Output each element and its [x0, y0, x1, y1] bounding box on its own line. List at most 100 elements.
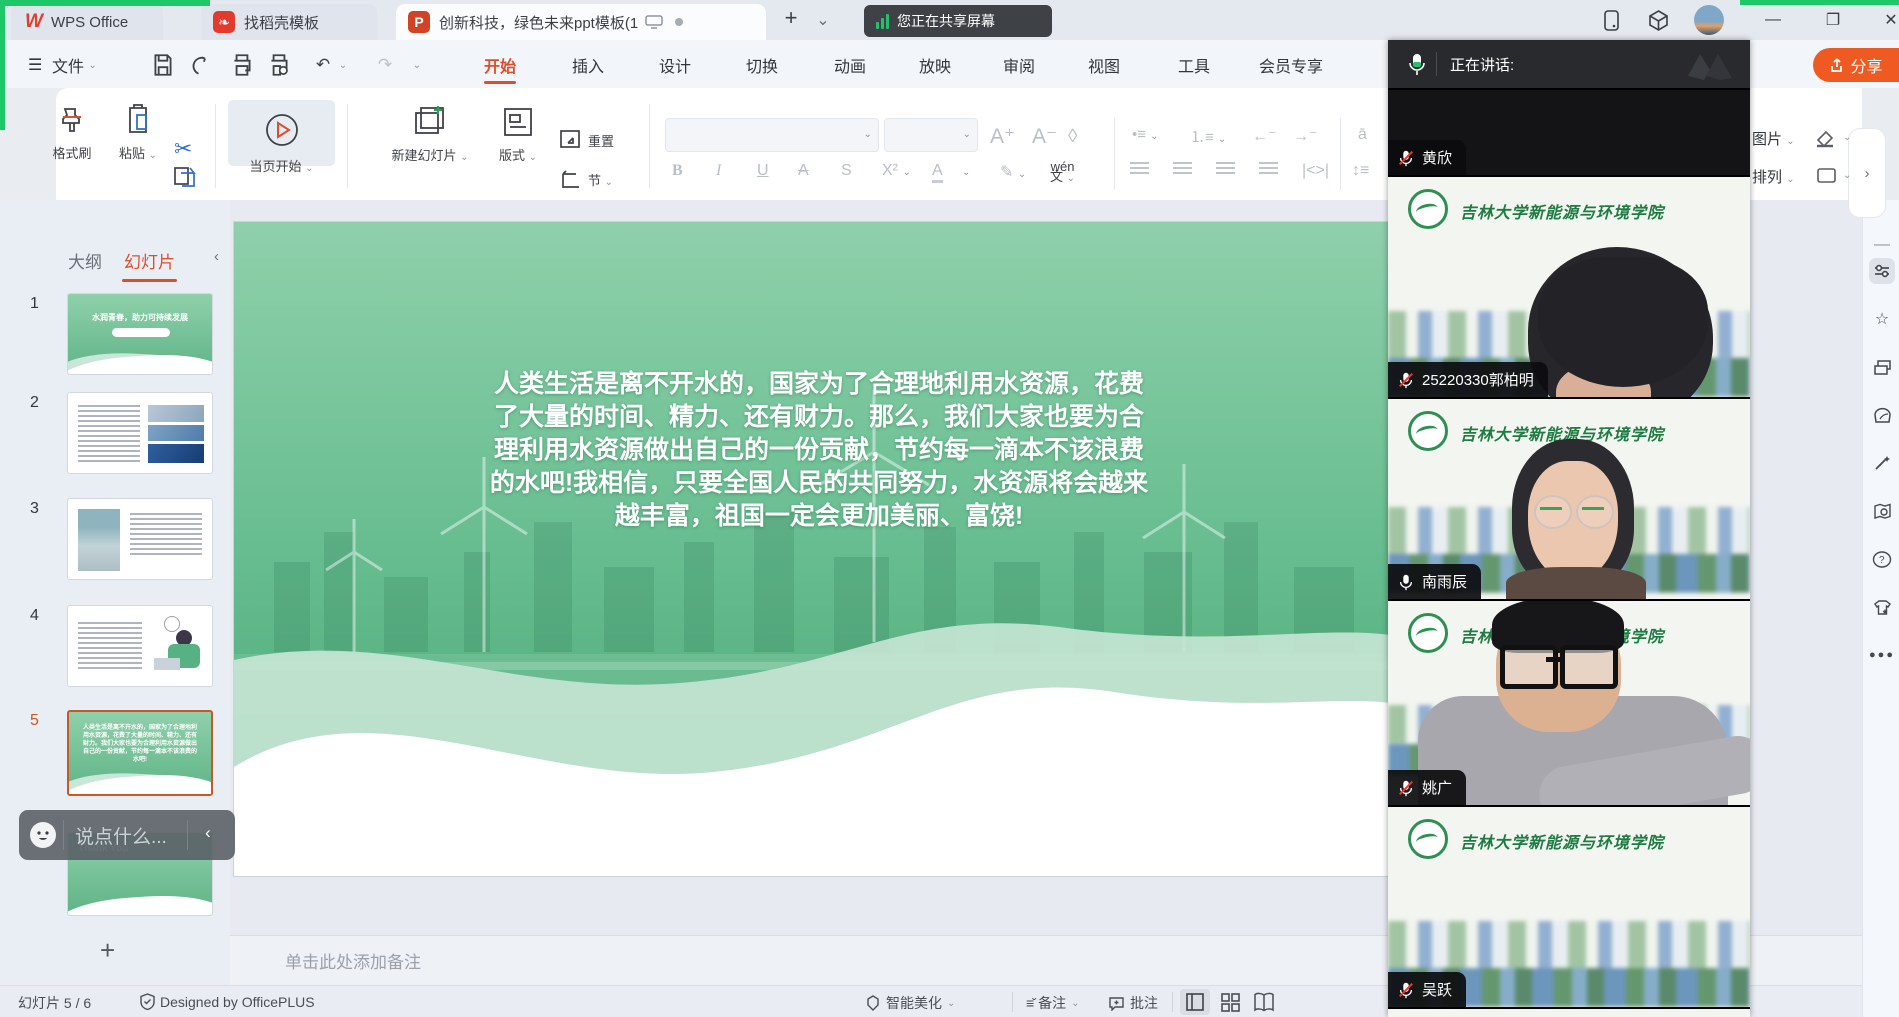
align-left-icon[interactable]: [1130, 162, 1149, 180]
new-slide-button[interactable]: 新建幻灯片 ⌄: [382, 105, 478, 164]
magic-wand-icon[interactable]: [1869, 450, 1895, 476]
collapse-ribbon-handle[interactable]: ›: [1848, 128, 1886, 218]
strikethrough-icon[interactable]: S: [841, 162, 852, 180]
tab-slides[interactable]: 幻灯片: [124, 248, 175, 273]
close-button[interactable]: ✕: [1878, 8, 1899, 32]
start-from-current-page-button[interactable]: 当页开始 ⌄: [228, 110, 335, 175]
char-strike-icon[interactable]: A: [798, 162, 809, 180]
slide-thumbnail-2[interactable]: [67, 392, 213, 474]
unsaved-dot-icon[interactable]: [675, 18, 683, 26]
slide-thumbnail-5-selected[interactable]: 人类生活是离不开水的，国家为了合理地利用水资源，花费了大量的时间、精力、还有财力…: [67, 710, 213, 796]
section-button[interactable]: 节 ⌄: [560, 168, 613, 190]
font-color-icon[interactable]: A: [932, 162, 943, 183]
video-tile-wuyue[interactable]: 吉林大学新能源与环境学院 吴跃: [1388, 805, 1750, 1007]
slide-body-text[interactable]: 人类生活是离不开水的，国家为了合理地利用水资源，花费 了大量的时间、精力、还有财…: [384, 368, 1254, 533]
layout-button[interactable]: 版式 ⌄: [488, 105, 548, 164]
undo-icon[interactable]: ↶: [310, 52, 336, 78]
arrange-dropdown[interactable]: 排列 ⌄: [1752, 166, 1795, 187]
speaking-mic-icon[interactable]: [1406, 52, 1428, 76]
add-slide-button[interactable]: +: [100, 935, 115, 966]
effects-star-icon[interactable]: ☆: [1869, 306, 1895, 332]
superscript-icon[interactable]: X² ⌄: [882, 162, 911, 180]
docer-resource-icon[interactable]: [1869, 402, 1895, 428]
decrease-font-icon[interactable]: A⁻: [1032, 124, 1057, 149]
slide-canvas[interactable]: 人类生活是离不开水的，国家为了合理地利用水资源，花费 了大量的时间、精力、还有财…: [234, 222, 1398, 876]
video-tile-yaoguang[interactable]: 吉林大学新能源与环境学院 姚广: [1388, 599, 1750, 805]
help-icon[interactable]: ?: [1869, 546, 1895, 572]
notes-button[interactable]: ≡̌备注⌄: [1026, 993, 1080, 1013]
slide-thumbnail-4[interactable]: [67, 605, 213, 687]
tab-docer-templates[interactable]: ❧ 找稻壳模板: [201, 4, 377, 40]
video-tile-guobaiming[interactable]: 吉林大学新能源与环境学院 25220330郭柏明: [1388, 175, 1750, 397]
italic-icon[interactable]: I: [716, 162, 721, 180]
menu-tab-review[interactable]: 审阅: [999, 50, 1039, 80]
search-map-icon[interactable]: [1869, 498, 1895, 524]
export-icon[interactable]: [192, 52, 218, 78]
cut-icon[interactable]: ✂: [172, 135, 200, 161]
menu-tab-transition[interactable]: 切换: [742, 50, 782, 80]
slide-thumbnail-3[interactable]: [67, 498, 213, 580]
format-painter-button[interactable]: 格式刷: [44, 105, 100, 162]
decrease-indent-icon[interactable]: ←⁻: [1252, 126, 1276, 146]
object-properties-icon[interactable]: [1869, 258, 1895, 284]
new-tab-button[interactable]: +: [778, 6, 804, 30]
hamburger-icon[interactable]: ☰: [24, 50, 46, 80]
copy-icon[interactable]: [172, 165, 198, 191]
bullet-list-icon[interactable]: •≡ ⌄: [1132, 126, 1159, 143]
line-spacing-icon[interactable]: ↕≡: [1352, 162, 1369, 180]
slide-thumbnail-1[interactable]: 水润青春，助力可持续发展: [67, 293, 213, 375]
shape-outline-chevron[interactable]: ⌄: [1843, 170, 1851, 181]
menu-tab-animation[interactable]: 动画: [830, 50, 870, 80]
pinyin-guide-icon[interactable]: wén文 ⌄: [1050, 162, 1075, 184]
shape-fill-chevron[interactable]: ⌄: [1843, 132, 1851, 143]
skin-theme-icon[interactable]: [1869, 594, 1895, 620]
bold-icon[interactable]: B: [672, 162, 683, 180]
file-menu[interactable]: 文件 ⌄: [48, 50, 101, 80]
collapse-sidebar-chevron[interactable]: ‹: [214, 248, 219, 265]
view-normal-selected[interactable]: [1180, 989, 1210, 1015]
menu-tab-design[interactable]: 设计: [655, 50, 695, 80]
redo-icon[interactable]: ↷: [372, 52, 398, 78]
tab-current-document[interactable]: P 创新科技，绿色未来ppt模板(1: [396, 4, 766, 40]
align-right-icon[interactable]: [1216, 162, 1235, 180]
picture-dropdown[interactable]: 图片 ⌄: [1752, 128, 1795, 149]
quickbar-chevron[interactable]: ⌄: [410, 52, 424, 78]
shape-fill-icon[interactable]: [1814, 126, 1840, 150]
video-tile-partial[interactable]: 新能源与环境学院: [1388, 1007, 1750, 1017]
print-icon[interactable]: [229, 52, 255, 78]
device-sync-icon[interactable]: [1601, 9, 1624, 32]
restore-button[interactable]: ❐: [1820, 8, 1846, 32]
comment-button[interactable]: 批注: [1108, 993, 1158, 1013]
paste-button[interactable]: 粘贴 ⌄: [110, 103, 166, 162]
video-tile-nanyuchen[interactable]: 吉林大学新能源与环境学院 南雨辰: [1388, 397, 1750, 599]
menu-tab-tools[interactable]: 工具: [1174, 50, 1214, 80]
menu-tab-slideshow[interactable]: 放映: [915, 50, 955, 80]
share-button[interactable]: 分享: [1813, 48, 1899, 82]
user-avatar[interactable]: [1694, 5, 1724, 35]
increase-font-icon[interactable]: A⁺: [990, 124, 1015, 149]
numbered-list-icon[interactable]: ⒈≡ ⌄: [1190, 126, 1226, 147]
tab-list-chevron[interactable]: ⌄: [810, 8, 836, 32]
font-size-combobox[interactable]: ⌄: [884, 118, 978, 152]
justify-icon[interactable]: [1259, 162, 1278, 180]
print-preview-icon[interactable]: [266, 52, 292, 78]
text-direction-icon[interactable]: ā: [1358, 126, 1367, 144]
clear-format-icon[interactable]: ◊: [1068, 126, 1077, 148]
view-grid-button[interactable]: [1218, 991, 1242, 1016]
font-color-chevron[interactable]: ⌄: [962, 162, 970, 180]
align-center-icon[interactable]: [1173, 162, 1192, 180]
tab-outline[interactable]: 大纲: [68, 248, 102, 273]
chat-input-placeholder[interactable]: 说点什么...: [75, 822, 167, 849]
increase-indent-icon[interactable]: →⁻: [1293, 126, 1317, 146]
smart-beautify-button[interactable]: 智能美化⌄: [865, 993, 955, 1013]
undo-chevron[interactable]: ⌄: [336, 52, 350, 78]
menu-tab-view[interactable]: 视图: [1084, 50, 1124, 80]
shape-outline-icon[interactable]: [1814, 164, 1840, 188]
apps-cube-icon[interactable]: [1647, 9, 1670, 32]
menu-tab-insert[interactable]: 插入: [568, 50, 608, 80]
menu-tab-membership[interactable]: 会员专享: [1255, 50, 1327, 80]
underline-icon[interactable]: U: [757, 162, 769, 180]
reset-button[interactable]: 重置: [558, 128, 614, 152]
video-tile-huangxin[interactable]: 黄欣: [1388, 88, 1750, 175]
minimize-button[interactable]: —: [1760, 8, 1786, 32]
